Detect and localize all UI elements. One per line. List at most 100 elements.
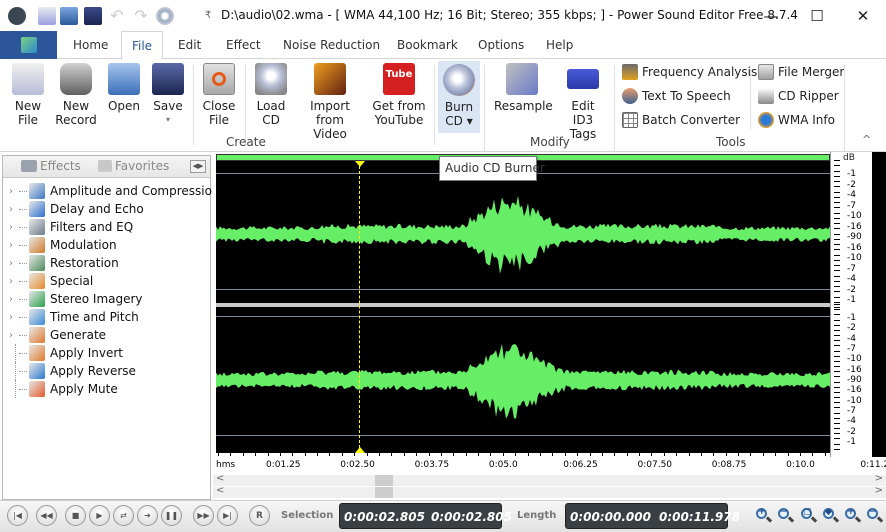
app-menu-button[interactable] [0,31,57,59]
db-label: -2 [847,323,856,334]
zoom-all-button[interactable]: ◆ [822,507,840,525]
zoom-in-button[interactable]: + [755,507,773,525]
new-record-button[interactable]: New Record [54,63,98,127]
tab-help[interactable]: Help [538,31,581,59]
pause-button[interactable]: ❚❚ [161,505,182,526]
zoom-out-button[interactable]: − [777,507,795,525]
tab-edit[interactable]: Edit [170,31,209,59]
collapse-ribbon-button[interactable]: ^ [862,133,871,146]
selection-time-display[interactable]: 0:00:02.805 0:00:02.805 [339,503,512,529]
effect-tree-item[interactable]: › Time and Pitch [3,308,139,326]
load-cd-button[interactable]: Load CD [252,63,290,127]
text-to-speech-button[interactable]: Text To Speech [622,85,731,107]
tab-file[interactable]: File [121,31,163,60]
play-selection-button[interactable]: ➜ [137,505,158,526]
horizontal-scrollbar[interactable]: < > [213,473,886,486]
ruler-tick [601,453,603,456]
zoom-out-vertical-button[interactable]: − [866,507,884,525]
length-time-display[interactable]: 0:00:00.000 0:00:11.978 [565,503,740,529]
effect-tree-item[interactable]: › Amplitude and Compression [3,182,220,200]
customize-dropdown-icon[interactable]: ₹ [199,7,217,25]
close-file-button[interactable]: Close File [200,63,238,127]
resample-button[interactable]: Resample [494,63,553,113]
save-button[interactable]: Save ▾ [150,63,186,127]
effect-tree-item[interactable]: › Generate [3,326,106,344]
rewind-button[interactable]: ◀◀ [36,505,57,526]
get-from-youtube-button[interactable]: Tube Get from YouTube [370,63,428,127]
tab-options[interactable]: Options [470,31,532,59]
record-button[interactable]: R [249,505,270,526]
expand-arrow-icon[interactable]: › [9,294,19,305]
effect-tree-item[interactable]: › Filters and EQ [3,218,133,236]
save-icon[interactable] [84,7,102,25]
channel-left[interactable] [216,161,830,303]
tab-effect[interactable]: Effect [218,31,269,59]
loop-button[interactable]: ⇄ [113,505,134,526]
length-label: Length [517,510,557,521]
effect-tree-item[interactable]: › Stereo Imagery [3,290,143,308]
effect-tree-item[interactable]: Apply Mute [3,380,118,398]
tab-home[interactable]: Home [65,31,116,59]
go-to-end-button[interactable]: ▶| [217,505,238,526]
expand-arrow-icon[interactable]: › [9,222,19,233]
fast-forward-button[interactable]: ▶▶ [193,505,214,526]
cursor-marker-top[interactable] [355,161,365,167]
close-button[interactable]: ✕ [840,0,886,31]
expand-arrow-icon[interactable]: › [9,186,19,197]
cd-ripper-button[interactable]: CD Ripper [758,85,839,107]
db-scale: dB -1 -2 -4 -7 -10 -16 -90 -16 -10 -7 -4 -2 -1 -1 -2-… [830,152,872,457]
expand-arrow-icon[interactable]: › [9,312,19,323]
tab-favorites[interactable]: Favorites [98,159,169,173]
rewind-icon: ◀◀ [40,511,53,520]
cursor-marker-bottom[interactable] [355,447,365,453]
open-icon[interactable] [60,7,78,25]
effect-tree-item[interactable]: › Delay and Echo [3,200,144,218]
db-tick [834,181,840,182]
minimize-button[interactable]: — [748,0,794,31]
tree-connector [19,316,27,318]
edit-id3-tags-button[interactable]: Edit ID3 Tags [560,63,606,141]
scroll-right-arrow[interactable]: > [875,485,883,496]
tab-noise-reduction[interactable]: Noise Reduction [275,31,388,59]
new-file-icon[interactable] [38,7,56,25]
expand-arrow-icon[interactable]: › [9,204,19,215]
redo-icon[interactable]: ↷ [132,7,150,25]
maximize-button[interactable]: ☐ [794,0,840,31]
scroll-right-arrow[interactable]: > [875,473,883,484]
scroll-left-arrow[interactable]: < [216,485,224,496]
expand-arrow-icon[interactable]: › [9,258,19,269]
tab-effects[interactable]: Effects [21,159,81,173]
scroll-thumb[interactable] [375,487,393,498]
channel-right[interactable] [216,307,830,453]
burn-cd-icon[interactable] [156,7,174,25]
zoom-selection-button[interactable]: ▢ [800,507,818,525]
file-merger-button[interactable]: File Merger [758,61,844,83]
panel-scroll-button[interactable]: ◀▶ [190,160,206,173]
open-button[interactable]: Open [106,63,142,113]
wma-info-button[interactable]: WMA Info [758,109,835,131]
batch-converter-button[interactable]: Batch Converter [622,109,740,131]
play-button[interactable]: ▶ [89,505,110,526]
stop-button[interactable]: ■ [65,505,86,526]
burn-cd-button[interactable]: Burn CD ▾ [438,61,480,133]
zoom-in-vertical-button[interactable]: + [844,507,862,525]
playback-cursor[interactable] [359,161,360,453]
frequency-analysis-button[interactable]: Frequency Analysis [622,61,757,83]
tab-bookmark[interactable]: Bookmark [389,31,466,59]
expand-arrow-icon[interactable]: › [9,330,19,341]
expand-arrow-icon[interactable]: › [9,276,19,287]
vertical-zoom-scrollbar[interactable]: < > [213,485,886,498]
app-icon[interactable] [8,7,26,25]
effect-tree-item[interactable]: › Modulation [3,236,117,254]
undo-icon[interactable]: ↶ [108,7,126,25]
go-to-start-button[interactable]: |◀ [7,505,28,526]
scroll-left-arrow[interactable]: < [216,473,224,484]
import-from-video-button[interactable]: Import from Video [298,63,362,141]
new-file-button[interactable]: New File [8,63,48,127]
scroll-thumb[interactable] [375,475,393,486]
effect-tree-item[interactable]: › Special [3,272,93,290]
effect-tree-item[interactable]: › Restoration [3,254,119,272]
effect-tree-item[interactable]: Apply Reverse [3,362,136,380]
expand-arrow-icon[interactable]: › [9,240,19,251]
effect-tree-item[interactable]: Apply Invert [3,344,123,362]
